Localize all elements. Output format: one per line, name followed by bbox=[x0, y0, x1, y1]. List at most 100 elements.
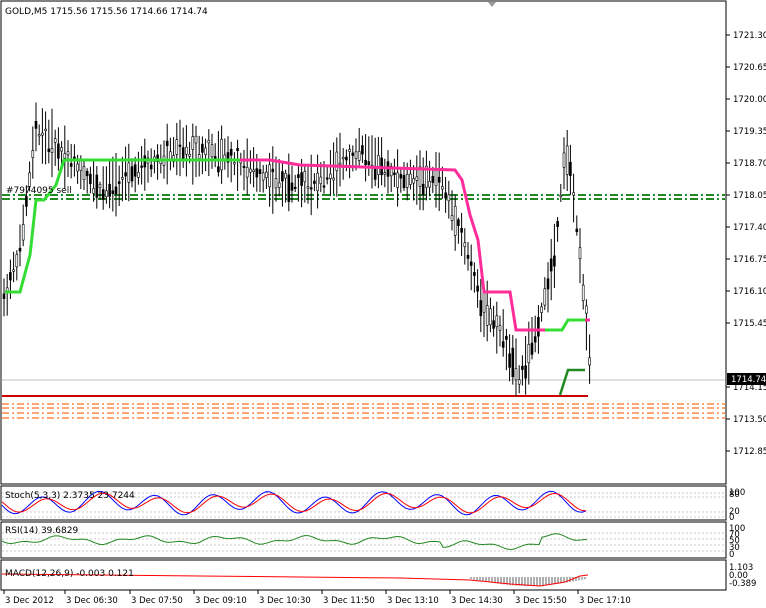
candle-body bbox=[261, 172, 265, 181]
rsi-tick-0: 0 bbox=[729, 550, 734, 560]
candle-body bbox=[60, 147, 63, 152]
candle-body bbox=[28, 172, 31, 187]
time-tick-label: 3 Dec 11:50 bbox=[323, 596, 375, 606]
candle-body bbox=[338, 162, 342, 165]
candle-body bbox=[306, 186, 310, 189]
candle-body bbox=[92, 188, 95, 194]
candle-body bbox=[108, 183, 111, 197]
candle-body bbox=[469, 261, 473, 266]
candle-body bbox=[393, 172, 396, 176]
candle-body bbox=[252, 169, 255, 173]
candle-body bbox=[204, 147, 207, 155]
candle-body bbox=[98, 184, 102, 188]
candle-body bbox=[133, 164, 137, 177]
price-tick-label: 1716.75 bbox=[733, 255, 766, 265]
time-tick-label: 3 Dec 17:10 bbox=[579, 596, 631, 606]
candle-body bbox=[255, 168, 259, 178]
candle-body bbox=[229, 148, 233, 156]
time-tick-label: 3 Dec 2012 bbox=[5, 596, 54, 606]
candle-body bbox=[405, 174, 409, 188]
candle-body bbox=[66, 151, 70, 156]
candle-body bbox=[197, 154, 201, 159]
candle-body bbox=[111, 190, 115, 194]
candle-body bbox=[34, 121, 38, 129]
candle-body bbox=[444, 192, 447, 199]
stoch-tick-80: 80 bbox=[729, 490, 740, 500]
macd-histogram-bar bbox=[533, 577, 535, 586]
candle-body bbox=[457, 219, 460, 226]
candle-body bbox=[530, 342, 534, 355]
candle-body bbox=[588, 357, 591, 366]
candle-body bbox=[316, 172, 319, 192]
candle-body bbox=[25, 196, 28, 207]
price-tick-label: 1720.65 bbox=[733, 63, 766, 73]
macd-histogram-bar bbox=[539, 577, 541, 586]
candle-body bbox=[76, 163, 79, 172]
price-axis: 1721.30 1720.65 1720.00 1719.35 1718.70 1718.… bbox=[726, 31, 766, 457]
time-axis: 3 Dec 2012 3 Dec 06:30 3 Dec 07:50 3 Dec 09… bbox=[3, 590, 631, 606]
macd-histogram-bar bbox=[545, 577, 547, 586]
candle-body bbox=[284, 173, 287, 179]
candle-body bbox=[578, 247, 582, 260]
candle-body bbox=[341, 157, 345, 160]
candle-body bbox=[498, 325, 502, 331]
candle-body bbox=[329, 173, 332, 179]
main-chart-frame bbox=[0, 0, 727, 485]
candle-body bbox=[44, 128, 47, 131]
candle-body bbox=[89, 173, 92, 184]
price-tick-label: 1720.00 bbox=[733, 95, 766, 105]
candle-body bbox=[124, 172, 127, 177]
candle-body bbox=[290, 182, 294, 191]
candle-body bbox=[402, 174, 406, 189]
candle-body bbox=[434, 168, 438, 187]
candle-body bbox=[297, 174, 300, 179]
candle-body bbox=[69, 163, 73, 167]
candle-body bbox=[277, 182, 281, 188]
candle-body bbox=[130, 166, 134, 182]
candle-body bbox=[377, 155, 380, 175]
candle-body bbox=[175, 139, 179, 155]
candle-body bbox=[325, 177, 329, 180]
macd-histogram-bar bbox=[527, 577, 529, 586]
candle-body bbox=[549, 258, 553, 272]
candle-body bbox=[453, 205, 457, 236]
candle-body bbox=[191, 136, 195, 150]
candle-body bbox=[345, 156, 348, 161]
mt4-chart-window: GOLD,M5 1715.56 1715.56 1714.66 1714.74 … bbox=[0, 0, 766, 608]
stoch-label: Stoch(5,3,3) 2.3735 23.7244 bbox=[5, 491, 135, 501]
candle-body bbox=[47, 148, 51, 153]
candle-body bbox=[585, 305, 588, 314]
price-tick-label: 1721.30 bbox=[733, 31, 766, 41]
candle-body bbox=[441, 186, 444, 190]
candle-body bbox=[396, 172, 399, 188]
candle-body bbox=[249, 168, 252, 173]
candle-body bbox=[188, 153, 191, 157]
candle-body bbox=[508, 353, 511, 368]
candle-body bbox=[460, 228, 463, 233]
chart-canvas[interactable]: GOLD,M5 1715.56 1715.56 1714.66 1714.74 … bbox=[0, 0, 766, 608]
candle-body bbox=[332, 177, 335, 181]
macd-histogram-bar bbox=[578, 577, 580, 581]
macd-histogram-bar bbox=[581, 577, 583, 580]
candle-body bbox=[319, 176, 323, 185]
candle-body bbox=[322, 185, 326, 188]
candle-body bbox=[313, 180, 316, 184]
candle-body bbox=[9, 272, 12, 281]
candle-body bbox=[258, 169, 262, 175]
candle-body bbox=[41, 132, 44, 136]
candle-body bbox=[537, 317, 540, 337]
candle-body bbox=[383, 172, 387, 175]
candle-body bbox=[495, 315, 499, 328]
candle-body bbox=[348, 149, 351, 152]
candle-body bbox=[505, 335, 508, 340]
candle-body bbox=[165, 140, 169, 147]
rsi-label: RSI(14) 39.6829 bbox=[5, 526, 78, 536]
candle-body bbox=[63, 153, 67, 159]
candle-body bbox=[37, 134, 41, 137]
candle-body bbox=[101, 189, 105, 200]
candle-body bbox=[149, 164, 153, 170]
price-tick-label: 1715.45 bbox=[733, 319, 766, 329]
candle-body bbox=[137, 172, 140, 178]
candle-body bbox=[210, 144, 214, 158]
macd-histogram-bar bbox=[530, 577, 532, 586]
